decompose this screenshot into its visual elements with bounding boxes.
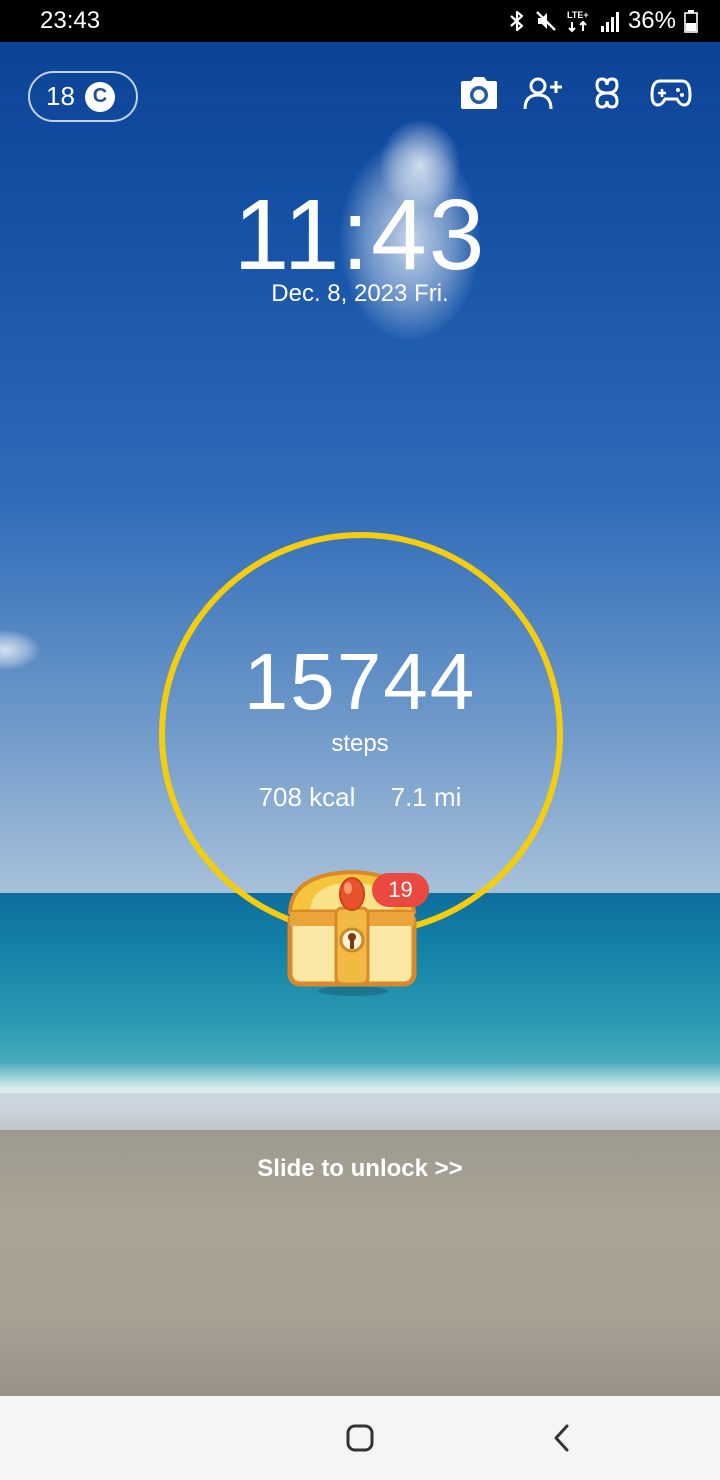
home-icon bbox=[346, 1424, 374, 1452]
status-icons: LTE+ 36% bbox=[508, 7, 698, 35]
navigation-bar bbox=[0, 1396, 720, 1480]
camera-button[interactable] bbox=[458, 72, 500, 114]
step-count: 15744 bbox=[243, 637, 477, 726]
game-button[interactable] bbox=[650, 72, 692, 114]
gamepad-icon bbox=[650, 79, 692, 107]
add-friend-icon bbox=[523, 77, 562, 110]
coin-icon: C bbox=[84, 81, 115, 112]
coin-count: 18 bbox=[46, 81, 75, 111]
camera-icon bbox=[461, 77, 497, 109]
battery-percent: 36% bbox=[627, 7, 676, 34]
status-time: 23:43 bbox=[40, 7, 101, 34]
reward-count-badge: 19 bbox=[372, 873, 429, 907]
clover-button[interactable] bbox=[586, 72, 628, 114]
calories-value: 708 kcal bbox=[258, 782, 356, 812]
bluetooth-icon bbox=[508, 9, 526, 33]
steps-label: steps bbox=[331, 730, 389, 757]
lte-icon: LTE+ bbox=[566, 8, 592, 34]
signal-icon bbox=[600, 10, 620, 32]
top-actions bbox=[458, 72, 692, 114]
lte-label: LTE+ bbox=[567, 10, 589, 20]
coin-balance-button[interactable]: 18 C bbox=[28, 71, 138, 122]
activity-stats: 708 kcal 7.1 mi bbox=[0, 782, 720, 813]
status-bar: 23:43 LTE+ 36% bbox=[0, 0, 720, 42]
distance-value: 7.1 mi bbox=[390, 782, 462, 812]
back-icon bbox=[554, 1424, 569, 1452]
lock-date: Dec. 8, 2023 Fri. bbox=[271, 280, 449, 307]
slide-to-unlock[interactable]: Slide to unlock >> bbox=[0, 1155, 720, 1183]
add-friend-button[interactable] bbox=[522, 72, 564, 114]
mute-icon bbox=[534, 9, 558, 33]
home-button[interactable] bbox=[338, 1416, 382, 1460]
battery-icon bbox=[684, 9, 698, 33]
clover-icon bbox=[595, 77, 619, 109]
lock-clock: 11:43 bbox=[233, 179, 487, 291]
back-button[interactable] bbox=[540, 1416, 584, 1460]
